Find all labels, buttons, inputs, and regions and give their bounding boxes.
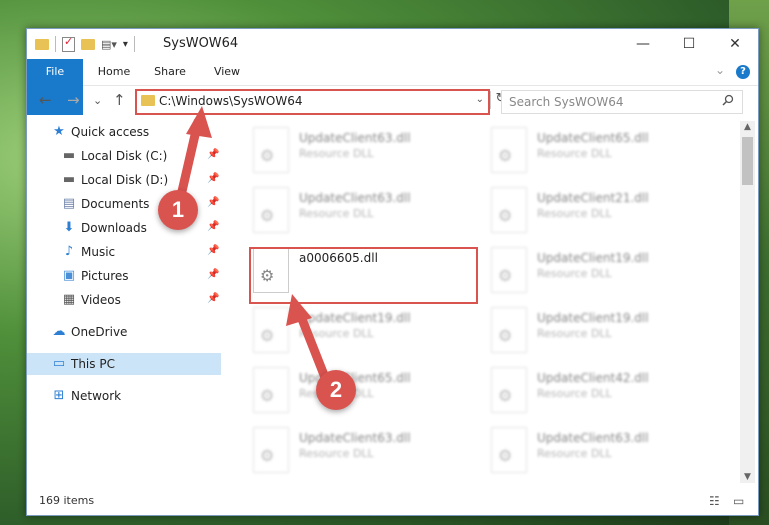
annotation-arrows — [175, 106, 331, 385]
step-2-badge: 2 — [316, 370, 356, 410]
step-1-badge: 1 — [158, 190, 198, 230]
arrow-1 — [175, 106, 212, 205]
arrow-2 — [286, 294, 331, 385]
